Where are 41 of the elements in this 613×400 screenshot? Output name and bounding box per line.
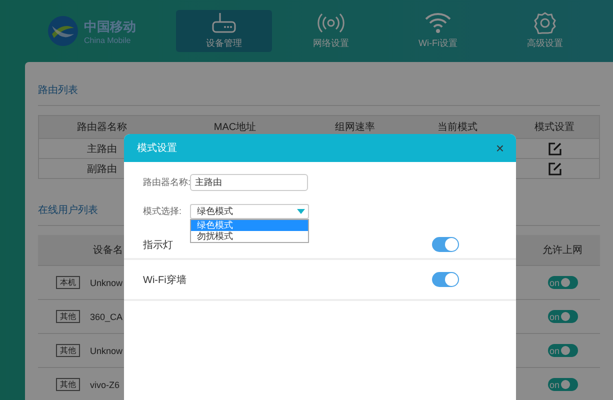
edit-icon[interactable] (548, 142, 562, 156)
allow-switch[interactable]: on (548, 276, 578, 289)
device-name: 360_CA (90, 312, 123, 322)
allow-switch[interactable]: on (548, 344, 578, 357)
nav-tab[interactable]: 高级设置 (497, 10, 593, 52)
section-title: 路由列表 (38, 84, 78, 97)
allow-switch[interactable]: on (548, 310, 578, 323)
dropdown-option[interactable]: 绿色模式 (191, 220, 308, 230)
nav-tab[interactable]: 网络设置 (283, 10, 379, 52)
column-header: 模式设置 (510, 116, 599, 138)
device-tag: 其他 (56, 344, 80, 357)
section-title: 在线用户列表 (38, 204, 98, 217)
edit-icon[interactable] (548, 162, 562, 176)
device-name: vivo-Z6 (90, 380, 120, 390)
router-icon (211, 12, 237, 34)
nav-tab[interactable]: 设备管理 (176, 10, 272, 52)
name-field[interactable]: 主路由 (190, 174, 308, 190)
nav-tab[interactable]: Wi-Fi设置 (390, 10, 486, 52)
caret-icon (297, 208, 305, 214)
gear-icon (534, 12, 556, 34)
column-header: 允许上网 (525, 235, 600, 265)
switch-label: 指示灯 (143, 238, 173, 252)
switch-label: Wi-Fi穿墙 (143, 274, 186, 286)
device-name: Unknow (90, 278, 123, 288)
toggle-switch[interactable] (432, 272, 459, 287)
logo-name: 中国移动 (84, 18, 136, 36)
close-button[interactable]: × (496, 141, 504, 155)
field-label: 模式选择: (143, 204, 183, 218)
column-header: 路由器名称 (39, 116, 165, 138)
allow-switch[interactable]: on (548, 378, 578, 391)
toggle-switch[interactable] (432, 237, 459, 252)
wifi-icon (424, 12, 452, 34)
logo-subtitle: China Mobile (84, 36, 132, 44)
logo-icon (46, 14, 80, 48)
device-tag: 本机 (56, 276, 80, 289)
device-tag: 其他 (56, 310, 80, 323)
device-name: Unknow (90, 346, 123, 356)
dropdown-option[interactable]: 勿扰模式 (191, 230, 308, 242)
mode-select[interactable]: 绿色模式 (190, 204, 309, 218)
device-tag: 其他 (56, 378, 80, 391)
signal-icon (317, 12, 345, 34)
